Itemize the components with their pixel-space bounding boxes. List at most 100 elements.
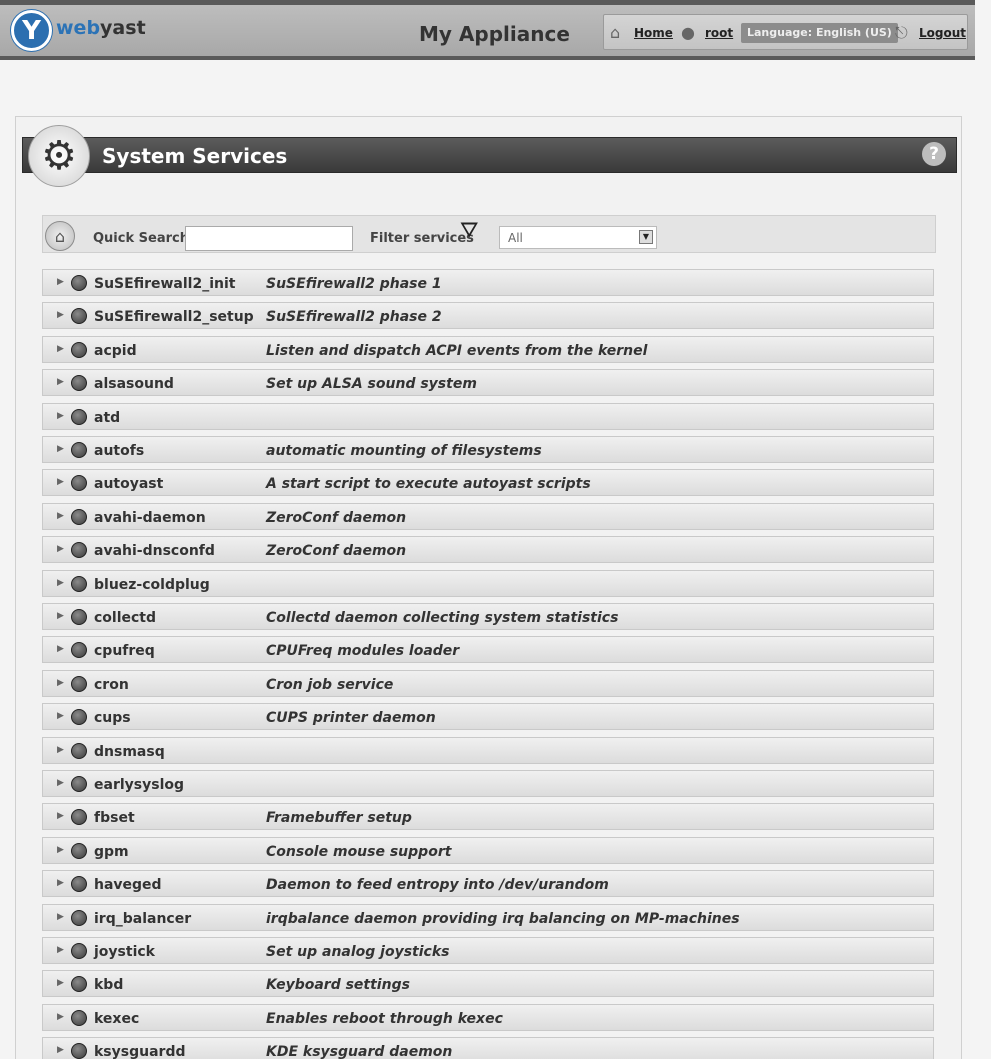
service-description: Enables reboot through kexec [266, 1011, 503, 1027]
logout-link[interactable]: Logout [919, 26, 966, 40]
page-title: System Services [102, 144, 288, 168]
language-button[interactable]: Language: English (US) [741, 23, 898, 43]
expand-arrow-icon[interactable]: ▶ [57, 611, 64, 621]
expand-arrow-icon[interactable]: ▶ [57, 845, 64, 855]
expand-arrow-icon[interactable]: ▶ [57, 678, 64, 688]
expand-arrow-icon[interactable]: ▶ [57, 477, 64, 487]
service-row[interactable]: ▶ alsasound Set up ALSA sound system [42, 369, 934, 396]
service-row[interactable]: ▶ autofs automatic mounting of filesystems [42, 436, 934, 463]
expand-arrow-icon[interactable]: ▶ [57, 1045, 64, 1055]
help-button[interactable]: ? [922, 142, 946, 166]
filter-services-label: Filter services [370, 231, 474, 246]
expand-arrow-icon[interactable]: ▶ [57, 644, 64, 654]
service-status-icon [71, 709, 87, 725]
service-row[interactable]: ▶ fbset Framebuffer setup [42, 803, 934, 830]
service-row[interactable]: ▶ avahi-daemon ZeroConf daemon [42, 503, 934, 530]
filter-funnel-icon: ⛛ [460, 218, 479, 243]
service-row[interactable]: ▶ gpm Console mouse support [42, 837, 934, 864]
service-row[interactable]: ▶ atd [42, 403, 934, 430]
quick-search-label: Quick Search [93, 231, 189, 246]
service-row[interactable]: ▶ joystick Set up analog joysticks [42, 937, 934, 964]
chevron-down-icon[interactable]: ▼ [639, 230, 653, 244]
user-link[interactable]: root [705, 26, 733, 40]
expand-arrow-icon[interactable]: ▶ [57, 277, 64, 287]
service-row[interactable]: ▶ haveged Daemon to feed entropy into /dev… [42, 870, 934, 897]
expand-arrow-icon[interactable]: ▶ [57, 344, 64, 354]
home-button-icon[interactable]: ⌂ [45, 221, 75, 251]
expand-arrow-icon[interactable]: ▶ [57, 912, 64, 922]
service-row[interactable]: ▶ SuSEfirewall2_setup SuSEfirewall2 phase … [42, 302, 934, 329]
service-row[interactable]: ▶ irq_balancer irqbalance daemon providing… [42, 904, 934, 931]
expand-arrow-icon[interactable]: ▶ [57, 310, 64, 320]
filter-select[interactable]: All ▼ [499, 226, 657, 249]
service-name: autoyast [94, 476, 164, 492]
expand-arrow-icon[interactable]: ▶ [57, 411, 64, 421]
webyast-logo-icon[interactable]: Y [11, 10, 52, 51]
expand-arrow-icon[interactable]: ▶ [57, 544, 64, 554]
service-description: Listen and dispatch ACPI events from the… [266, 343, 648, 359]
service-status-icon [71, 542, 87, 558]
service-name: avahi-dnsconfd [94, 543, 215, 559]
service-row[interactable]: ▶ avahi-dnsconfd ZeroConf daemon [42, 536, 934, 563]
service-row[interactable]: ▶ SuSEfirewall2_init SuSEfirewall2 phase 1 [42, 269, 934, 296]
service-name: SuSEfirewall2_init [94, 276, 236, 292]
expand-arrow-icon[interactable]: ▶ [57, 745, 64, 755]
service-row[interactable]: ▶ bluez-coldplug [42, 570, 934, 597]
expand-arrow-icon[interactable]: ▶ [57, 978, 64, 988]
expand-arrow-icon[interactable]: ▶ [57, 444, 64, 454]
service-name: irq_balancer [94, 911, 192, 927]
service-status-icon [71, 876, 87, 892]
service-status-icon [71, 442, 87, 458]
service-row[interactable]: ▶ cron Cron job service [42, 670, 934, 697]
service-status-icon [71, 308, 87, 324]
service-name: bluez-coldplug [94, 577, 210, 593]
service-name: acpid [94, 343, 137, 359]
service-description: ZeroConf daemon [266, 543, 407, 559]
service-status-icon [71, 475, 87, 491]
service-status-icon [71, 1010, 87, 1026]
service-description: irqbalance daemon providing irq balancin… [266, 911, 740, 927]
gear-icon: ⚙ [28, 125, 90, 187]
service-description: Daemon to feed entropy into /dev/urandom [266, 877, 609, 893]
service-description: Set up ALSA sound system [266, 376, 477, 392]
brand-name: webyast [56, 17, 146, 39]
service-row[interactable]: ▶ collectd Collectd daemon collecting syst… [42, 603, 934, 630]
service-row[interactable]: ▶ earlysyslog [42, 770, 934, 797]
top-bar: Y webyast My Appliance ⌂ Home ● root Lan… [0, 0, 975, 60]
service-row[interactable]: ▶ kexec Enables reboot through kexec [42, 1004, 934, 1031]
service-name: dnsmasq [94, 744, 165, 760]
service-row[interactable]: ▶ dnsmasq [42, 737, 934, 764]
service-status-icon [71, 943, 87, 959]
service-row[interactable]: ▶ cups CUPS printer daemon [42, 703, 934, 730]
app-title: My Appliance [419, 22, 570, 46]
service-name: cpufreq [94, 643, 155, 659]
service-description: Cron job service [266, 677, 394, 693]
service-status-icon [71, 809, 87, 825]
home-icon: ⌂ [610, 23, 621, 42]
expand-arrow-icon[interactable]: ▶ [57, 711, 64, 721]
service-description: SuSEfirewall2 phase 1 [266, 276, 442, 292]
service-name: autofs [94, 443, 145, 459]
expand-arrow-icon[interactable]: ▶ [57, 811, 64, 821]
quick-search-input[interactable] [185, 226, 353, 251]
expand-arrow-icon[interactable]: ▶ [57, 377, 64, 387]
service-row[interactable]: ▶ acpid Listen and dispatch ACPI events fr… [42, 336, 934, 363]
service-description: CPUFreq modules loader [266, 643, 460, 659]
home-link[interactable]: Home [634, 26, 673, 40]
service-name: kbd [94, 977, 124, 993]
service-status-icon [71, 1043, 87, 1059]
service-status-icon [71, 676, 87, 692]
expand-arrow-icon[interactable]: ▶ [57, 578, 64, 588]
expand-arrow-icon[interactable]: ▶ [57, 511, 64, 521]
service-row[interactable]: ▶ autoyast A start script to execute autoy… [42, 469, 934, 496]
service-row[interactable]: ▶ ksysguardd KDE ksysguard daemon [42, 1037, 934, 1059]
service-row[interactable]: ▶ cpufreq CPUFreq modules loader [42, 636, 934, 663]
service-status-icon [71, 275, 87, 291]
expand-arrow-icon[interactable]: ▶ [57, 778, 64, 788]
expand-arrow-icon[interactable]: ▶ [57, 945, 64, 955]
service-row[interactable]: ▶ kbd Keyboard settings [42, 970, 934, 997]
service-status-icon [71, 509, 87, 525]
service-description: Framebuffer setup [266, 810, 412, 826]
expand-arrow-icon[interactable]: ▶ [57, 878, 64, 888]
expand-arrow-icon[interactable]: ▶ [57, 1012, 64, 1022]
